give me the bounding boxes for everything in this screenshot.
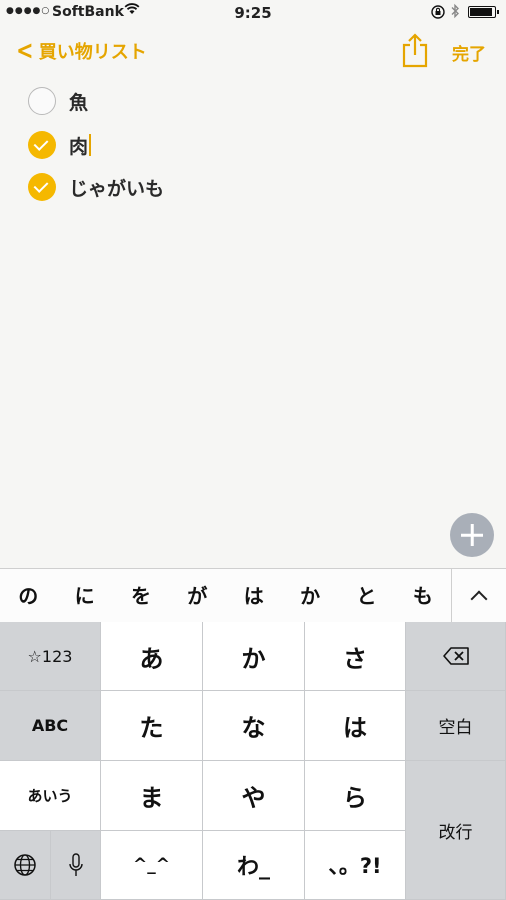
key-punctuation[interactable]: 、。?! bbox=[305, 831, 406, 900]
checklist-item-text[interactable]: じゃがいも bbox=[69, 174, 164, 201]
key-sa[interactable]: さ bbox=[305, 622, 406, 691]
key-label: ま bbox=[139, 784, 164, 812]
suggestion[interactable]: か bbox=[282, 569, 338, 623]
suggestion[interactable]: も bbox=[395, 569, 451, 623]
symbols-key-label: ☆123 bbox=[27, 646, 73, 666]
key-na[interactable]: な bbox=[203, 691, 305, 761]
return-key[interactable]: 改行 bbox=[406, 761, 506, 900]
key-label: あ bbox=[139, 644, 164, 673]
suggestion[interactable]: を bbox=[113, 569, 169, 623]
key-label: ^_^ bbox=[133, 855, 170, 875]
checklist-item[interactable]: 肉 bbox=[28, 127, 92, 163]
globe-icon bbox=[14, 854, 36, 876]
key-ha[interactable]: は bbox=[305, 691, 406, 761]
expand-candidates-button[interactable] bbox=[451, 569, 506, 623]
delete-key[interactable] bbox=[406, 622, 506, 691]
dictation-key[interactable] bbox=[51, 831, 101, 900]
text-cursor bbox=[89, 134, 92, 156]
key-label: な bbox=[241, 714, 266, 742]
key-label: は bbox=[343, 714, 367, 742]
key-ya[interactable]: や bbox=[203, 761, 305, 831]
key-ka[interactable]: か bbox=[203, 622, 305, 691]
kana-key-label: あいう bbox=[27, 787, 73, 805]
suggestion[interactable]: が bbox=[169, 569, 225, 623]
key-a[interactable]: あ bbox=[101, 622, 203, 691]
back-button[interactable]: < 買い物リスト bbox=[14, 34, 147, 68]
globe-key[interactable] bbox=[0, 831, 51, 900]
space-key[interactable]: 空白 bbox=[406, 691, 506, 761]
kana-key[interactable]: あいう bbox=[0, 761, 101, 831]
abc-key-label: ABC bbox=[31, 716, 69, 735]
suggestion[interactable]: と bbox=[338, 569, 394, 623]
key-ma[interactable]: ま bbox=[101, 761, 203, 831]
symbols-key[interactable]: ☆123 bbox=[0, 622, 101, 691]
battery-icon bbox=[468, 6, 499, 18]
key-label: や bbox=[241, 784, 266, 812]
key-label: か bbox=[241, 644, 266, 673]
status-bar: ●●●●○ SoftBank 9:25 bbox=[0, 0, 506, 26]
abc-key[interactable]: ABC bbox=[0, 691, 101, 761]
share-button[interactable] bbox=[398, 32, 432, 68]
key-label: わ_ bbox=[236, 855, 270, 880]
microphone-icon bbox=[68, 853, 83, 876]
backspace-icon bbox=[442, 647, 469, 665]
key-label: た bbox=[139, 714, 164, 742]
bluetooth-icon bbox=[450, 3, 460, 23]
checkbox-checked[interactable] bbox=[28, 131, 56, 159]
key-emoticon[interactable]: ^_^ bbox=[101, 831, 203, 900]
key-ra[interactable]: ら bbox=[305, 761, 406, 831]
checklist-item-text[interactable]: 肉 bbox=[69, 132, 88, 159]
key-label: さ bbox=[343, 644, 367, 673]
checklist-item[interactable]: じゃがいも bbox=[28, 169, 164, 205]
orientation-lock-icon bbox=[430, 4, 446, 24]
chevron-left-icon: < bbox=[16, 36, 34, 66]
checklist-item[interactable]: 魚 bbox=[28, 83, 88, 119]
key-ta[interactable]: た bbox=[101, 691, 203, 761]
return-key-label: 改行 bbox=[438, 822, 473, 843]
suggestion[interactable]: は bbox=[226, 569, 282, 623]
back-button-label: 買い物リスト bbox=[38, 42, 147, 63]
kana-keyboard: ☆123 ABC あいう あ か さ た な は ま や ら ^_^ わ_ 、。… bbox=[0, 622, 506, 900]
key-label: 、。?! bbox=[328, 854, 382, 878]
chevron-up-icon bbox=[470, 590, 488, 608]
add-format-button[interactable] bbox=[450, 513, 494, 557]
space-key-label: 空白 bbox=[438, 718, 473, 738]
key-wa[interactable]: わ_ bbox=[203, 831, 305, 900]
done-button[interactable]: 完了 bbox=[452, 40, 486, 65]
key-label: ら bbox=[343, 784, 367, 812]
suggestion[interactable]: に bbox=[56, 569, 112, 623]
share-icon bbox=[402, 33, 428, 68]
checkbox-checked[interactable] bbox=[28, 173, 56, 201]
predictive-text-bar: の に を が は か と も bbox=[0, 568, 506, 623]
checklist-item-text[interactable]: 魚 bbox=[69, 88, 88, 115]
suggestion[interactable]: の bbox=[0, 569, 56, 623]
checkbox-unchecked[interactable] bbox=[28, 87, 56, 115]
